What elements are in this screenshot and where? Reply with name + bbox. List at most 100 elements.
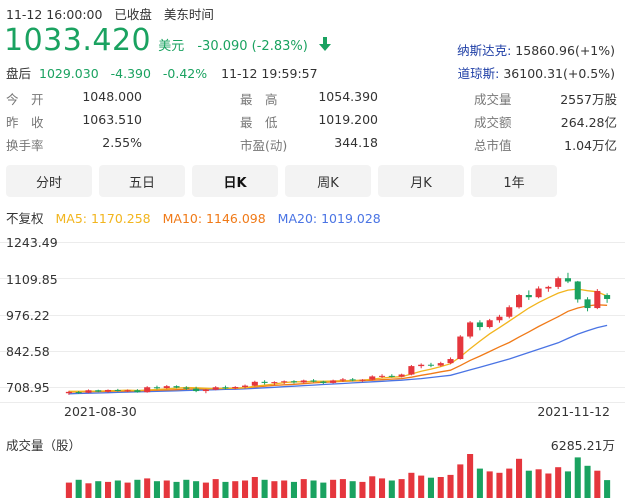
candle-body (65, 391, 72, 394)
candle-body (457, 336, 464, 360)
candle-body (232, 386, 239, 389)
x-label-start: 2021-08-30 (64, 404, 137, 419)
tab-one-year[interactable]: 1年 (471, 165, 557, 197)
tab-weekly-k[interactable]: 周K (285, 165, 371, 197)
candle (564, 272, 571, 284)
candle-body (281, 381, 288, 383)
volume-bar (486, 471, 493, 498)
nasdaq-label: 纳斯达克: (457, 43, 512, 58)
volume-value: 2557万股 (560, 92, 617, 107)
candle-body (486, 320, 493, 328)
volume-bar (457, 464, 464, 498)
volume-bar (193, 481, 200, 498)
candle-body (369, 376, 376, 380)
volume-bar (173, 481, 180, 498)
volume-bar (75, 479, 82, 498)
tab-monthly-k[interactable]: 月K (378, 165, 464, 197)
candle (330, 379, 337, 384)
candle-body (535, 288, 542, 298)
candle (545, 285, 552, 292)
candle (525, 290, 532, 300)
turnover-label: 换手率 (6, 138, 44, 153)
candle (212, 386, 219, 391)
candle (574, 280, 581, 303)
volume-bar (163, 480, 170, 498)
volume-bar (604, 480, 611, 498)
ma5-line (68, 288, 608, 392)
turnover-value: 2.55% (102, 135, 142, 150)
candle (555, 276, 562, 290)
market-status: 已收盘 (114, 7, 152, 22)
y-tick-3: 976.22 (6, 308, 50, 323)
volume-chart[interactable] (0, 452, 625, 498)
ma5-legend: MA5: 1170.258 (55, 211, 151, 226)
candle-body (193, 388, 200, 392)
candle (496, 314, 503, 323)
volume-bar (320, 482, 327, 498)
pe-value: 344.18 (334, 135, 378, 150)
volume-bar (212, 479, 219, 498)
volume-bar (202, 482, 209, 498)
y-tick-4: 842.58 (6, 344, 50, 359)
volume-bar (525, 470, 532, 498)
candle-body (555, 278, 562, 287)
y-tick-5: 708.95 (6, 380, 50, 395)
candle-body (418, 364, 425, 367)
nasdaq-quote[interactable]: 纳斯达克: 15860.96(+1%) (457, 40, 615, 59)
candle-body (310, 380, 317, 382)
candle-body (330, 380, 337, 383)
volume-bar (369, 476, 376, 498)
nasdaq-value: 15860.96(+1%) (515, 43, 615, 58)
after-hours-change: -4.390 (110, 66, 151, 81)
candle (408, 365, 415, 376)
volume-bar (105, 481, 112, 498)
candle-body (359, 379, 366, 381)
volume-bar (427, 477, 434, 498)
candle (486, 318, 493, 329)
volume-bar (467, 454, 474, 498)
candle-body (105, 389, 112, 392)
volume-bar (447, 474, 454, 498)
tab-intraday[interactable]: 分时 (6, 165, 92, 197)
volume-bar (545, 473, 552, 498)
candle-body (604, 295, 611, 299)
candle (584, 297, 591, 312)
volume-bar (555, 467, 562, 498)
after-hours-percent: -0.42% (162, 66, 208, 81)
candle-body (476, 322, 483, 328)
candle-body (124, 390, 131, 392)
adjust-mode[interactable]: 不复权 (6, 211, 44, 226)
candle-body (408, 366, 415, 375)
volume-bar (574, 457, 581, 498)
candle (467, 321, 474, 339)
candle-body (594, 290, 601, 309)
timezone-label: 美东时间 (163, 7, 214, 22)
candle-body (290, 381, 297, 383)
candle-body (261, 381, 268, 383)
candle (457, 335, 464, 360)
volume-bar (95, 481, 102, 498)
volume-bar (65, 482, 72, 498)
candle (516, 293, 523, 309)
candle-body (398, 374, 405, 377)
candlestick-chart[interactable]: 1243.49 1109.85 976.22 842.58 708.95 202… (0, 230, 625, 430)
tab-five-day[interactable]: 五日 (99, 165, 185, 197)
volume-bar (271, 481, 278, 498)
volume-bar (310, 480, 317, 498)
volume-bar (339, 479, 346, 498)
candle-body (437, 363, 444, 366)
candle (594, 289, 601, 310)
tab-daily-k[interactable]: 日K (192, 165, 278, 197)
low-value: 1019.200 (318, 112, 378, 127)
dowjones-quote[interactable]: 道琼斯: 36100.31(+0.5%) (458, 63, 615, 82)
volume-bar (144, 478, 151, 498)
volume-bar (584, 465, 591, 498)
volume-bar (114, 480, 121, 498)
after-hours-label: 盘后 (6, 66, 32, 81)
price-change: -30.090 (-2.83%) (197, 39, 308, 54)
volume-bar (232, 481, 239, 498)
current-price: 1033.420 (4, 23, 152, 58)
volume-bar (242, 480, 249, 498)
candle-body (114, 389, 121, 391)
candle-body (75, 392, 82, 394)
